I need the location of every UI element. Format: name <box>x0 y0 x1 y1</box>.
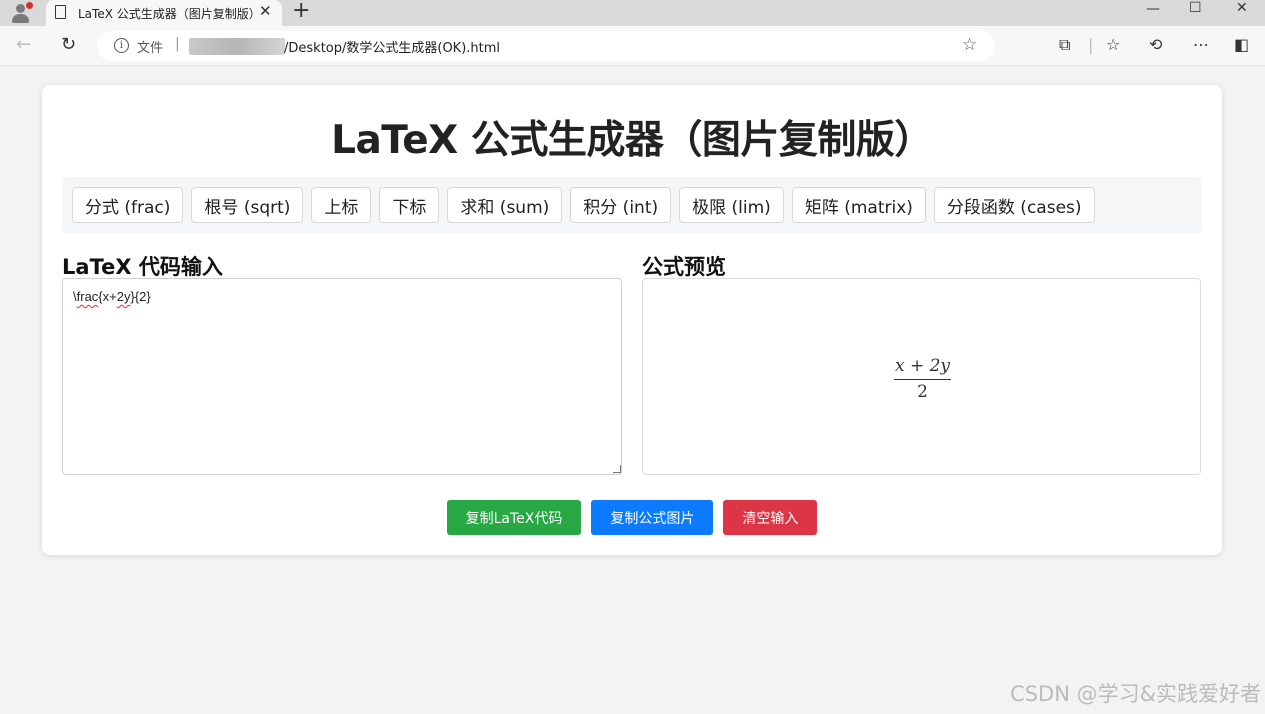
redacted-path <box>189 38 285 55</box>
page-title: LaTeX 公式生成器（图片复制版） <box>331 118 933 163</box>
numerator-2y: 2y <box>929 356 951 376</box>
limit-button[interactable]: 极限 (lim) <box>679 187 784 223</box>
input-heading: LaTeX 代码输入 <box>62 255 223 279</box>
cases-button[interactable]: 分段函数 (cases) <box>933 187 1095 223</box>
toolbar-divider: | <box>1088 35 1094 54</box>
numerator-plus: + <box>904 356 930 376</box>
resize-handle[interactable] <box>613 465 621 473</box>
info-icon[interactable]: i <box>114 38 129 53</box>
close-window-button[interactable]: ✕ <box>1236 0 1248 16</box>
url-path: /Desktop/数学公式生成器(OK).html <box>284 41 501 56</box>
history-icon[interactable]: ⟲ <box>1149 35 1162 54</box>
fraction-formula: x + 2y 2 <box>894 356 951 402</box>
sqrt-button[interactable]: 根号 (sqrt) <box>191 187 304 223</box>
template-toolbar: 分式 (frac) 根号 (sqrt) 上标 下标 求和 (sum) 积分 (i… <box>62 177 1202 233</box>
back-icon[interactable]: ← <box>16 34 31 56</box>
fraction-numerator: x + 2y <box>894 356 951 376</box>
tab-close-icon[interactable]: ✕ <box>259 2 272 20</box>
main-card: LaTeX 公式生成器（图片复制版） 分式 (frac) 根号 (sqrt) 上… <box>42 85 1222 555</box>
fraction-denominator: 2 <box>917 382 928 402</box>
minimize-button[interactable]: — <box>1146 1 1160 17</box>
input-text-frac: frac <box>76 289 99 304</box>
refresh-icon[interactable]: ↻ <box>61 34 76 56</box>
page-icon <box>55 5 66 19</box>
sidebar-icon[interactable]: ◧ <box>1234 35 1249 54</box>
numerator-x: x <box>894 356 905 376</box>
url-field[interactable]: i 文件 | /Desktop/数学公式生成器(OK).html ☆ <box>97 31 995 61</box>
favorites-icon[interactable]: ☆ <box>1106 35 1120 54</box>
address-bar-row: ← ↻ i 文件 | /Desktop/数学公式生成器(OK).html ☆ ⧉… <box>0 26 1265 66</box>
subscript-button[interactable]: 下标 <box>379 187 440 223</box>
new-tab-button[interactable]: + <box>292 0 310 22</box>
extensions-icon[interactable]: ⧉ <box>1059 35 1070 55</box>
copy-image-button[interactable]: 复制公式图片 <box>591 500 714 535</box>
action-buttons: 复制LaTeX代码 复制公式图片 清空输入 <box>42 500 1222 535</box>
input-text-2y: 2y <box>116 289 131 304</box>
clear-input-button[interactable]: 清空输入 <box>723 500 818 535</box>
frac-button[interactable]: 分式 (frac) <box>72 187 184 223</box>
latex-input[interactable]: \frac{x+2y}{2} <box>62 278 622 475</box>
preview-heading: 公式预览 <box>642 255 726 279</box>
more-icon[interactable]: ⋯ <box>1193 35 1209 54</box>
tab-strip: LaTeX 公式生成器（图片复制版） ✕ + — ☐ ✕ <box>0 0 1265 26</box>
copy-latex-button[interactable]: 复制LaTeX代码 <box>446 500 582 535</box>
formula-preview: x + 2y 2 <box>642 278 1201 475</box>
maximize-button[interactable]: ☐ <box>1189 0 1202 16</box>
browser-tab[interactable]: LaTeX 公式生成器（图片复制版） ✕ <box>46 0 282 26</box>
url-scheme-label: 文件 <box>137 41 164 56</box>
star-icon[interactable]: ☆ <box>962 35 977 55</box>
sum-button[interactable]: 求和 (sum) <box>447 187 563 223</box>
input-text-mid: {x+ <box>98 289 117 304</box>
superscript-button[interactable]: 上标 <box>311 187 372 223</box>
integral-button[interactable]: 积分 (int) <box>570 187 672 223</box>
tab-title: LaTeX 公式生成器（图片复制版） <box>78 7 261 21</box>
fraction-bar <box>894 379 951 380</box>
profile-avatar-icon[interactable] <box>10 2 33 24</box>
watermark: CSDN @学习&实践爱好者 <box>1010 682 1261 706</box>
url-separator: | <box>175 36 180 52</box>
matrix-button[interactable]: 矩阵 (matrix) <box>791 187 926 223</box>
input-text-suffix: }{2} <box>130 289 151 304</box>
